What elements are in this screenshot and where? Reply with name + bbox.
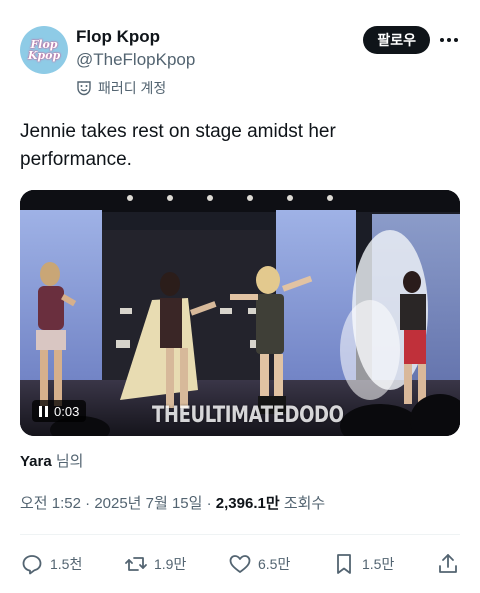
tweet-meta: 오전 1:52 · 2025년 7월 15일 · 2,396.1만 조회수 — [20, 492, 325, 513]
avatar[interactable]: Flop Kpop — [20, 26, 68, 74]
parody-badge: 패러디 계정 — [76, 78, 166, 98]
avatar-logo-text: Kpop — [27, 49, 61, 62]
tweet-time[interactable]: 오전 1:52 — [20, 495, 81, 512]
reply-count: 1.5천 — [50, 556, 83, 572]
view-count: 2,396.1만 — [215, 495, 280, 512]
theater-mask-icon — [77, 81, 91, 96]
share-button[interactable] — [436, 552, 460, 576]
credit-name[interactable]: Yara — [20, 453, 52, 470]
repost-button[interactable]: 1.9만 — [124, 552, 186, 576]
bookmark-count: 1.5만 — [362, 556, 395, 572]
repost-icon — [125, 557, 147, 571]
meta-separator: · — [206, 495, 212, 512]
tweet-header: Flop Kpop Flop Kpop @TheFlopKpop 패러디 계정 … — [20, 24, 460, 104]
credit-suffix: 님의 — [55, 453, 84, 470]
like-button[interactable]: 6.5만 — [228, 552, 290, 576]
like-count: 6.5만 — [258, 556, 291, 572]
meta-separator: · — [85, 495, 91, 512]
action-bar: 1.5천 1.9만 6.5만 1.5만 — [20, 548, 460, 580]
reply-icon — [22, 555, 42, 575]
divider — [20, 534, 460, 535]
video-duration-badge[interactable]: 0:03 — [32, 400, 87, 422]
heart-icon — [229, 555, 251, 573]
bookmark-button[interactable]: 1.5만 — [332, 552, 394, 576]
author-block: Flop Kpop @TheFlopKpop — [76, 26, 195, 72]
more-options-icon[interactable] — [438, 30, 460, 50]
media-credit: Yara 님의 — [20, 450, 83, 471]
reply-button[interactable]: 1.5천 — [20, 552, 82, 576]
video-duration: 0:03 — [54, 403, 80, 419]
tweet-text: Jennie takes rest on stage amidst her pe… — [20, 121, 336, 170]
tweet-date[interactable]: 2025년 7월 15일 — [94, 495, 202, 512]
parody-label: 패러디 계정 — [98, 80, 167, 96]
repost-count: 1.9만 — [154, 556, 187, 572]
pause-icon[interactable] — [39, 405, 48, 417]
handle[interactable]: @TheFlopKpop — [76, 48, 195, 72]
views-label: 조회수 — [283, 495, 326, 512]
display-name[interactable]: Flop Kpop — [76, 26, 195, 48]
bookmark-icon — [337, 554, 351, 574]
video-watermark: THEULTIMATEDODO — [152, 403, 344, 428]
follow-button[interactable]: 팔로우 — [363, 26, 430, 54]
video-frame — [20, 190, 460, 436]
video-player[interactable]: 0:03 THEULTIMATEDODO — [20, 190, 460, 436]
share-icon — [439, 554, 457, 573]
